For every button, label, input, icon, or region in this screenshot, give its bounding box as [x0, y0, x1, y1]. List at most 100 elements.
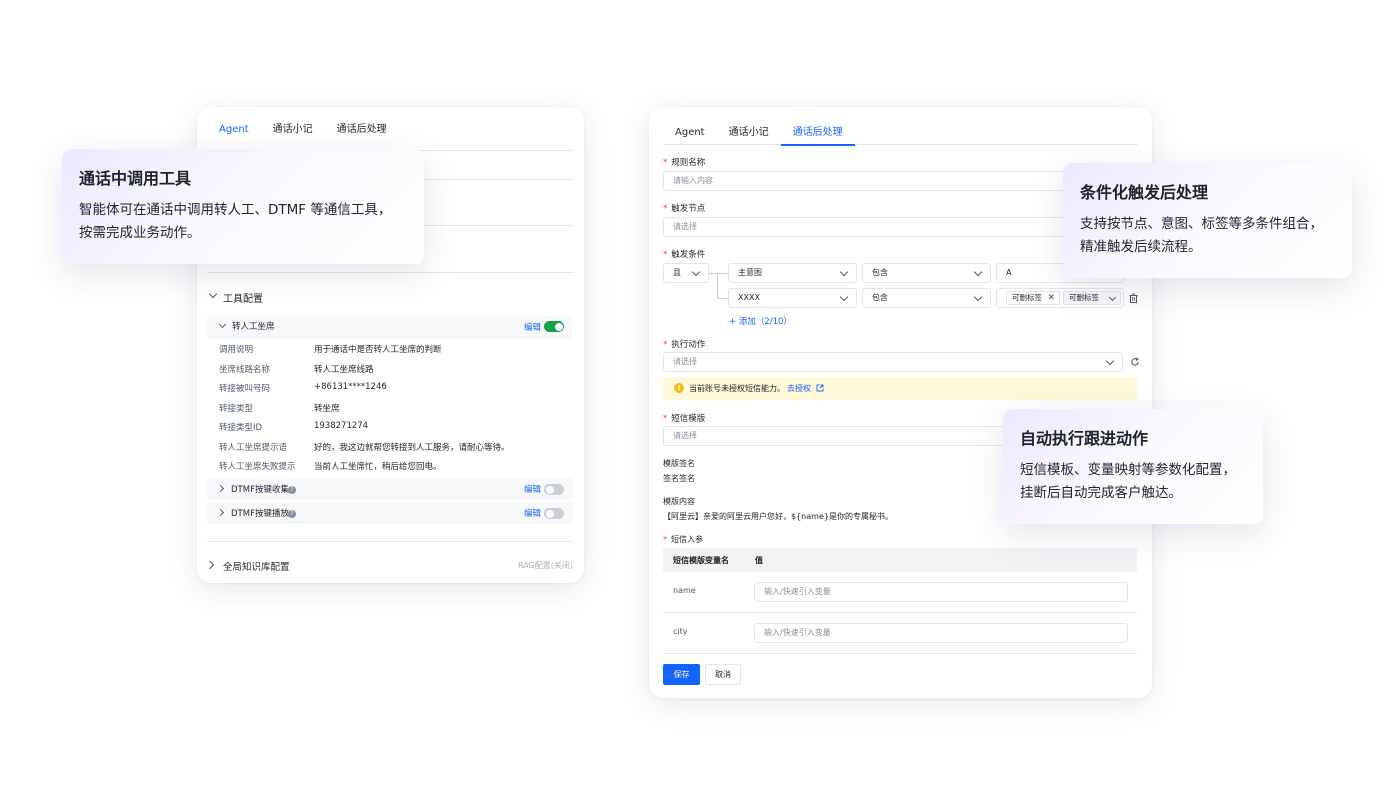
table-row: name 输入/快速引入变量: [663, 572, 1137, 613]
condition-1-field: 主意图: [738, 268, 762, 277]
add-condition-link[interactable]: + 添加（2/10）: [729, 315, 792, 327]
params-label: 短信入参: [663, 534, 703, 545]
transfer-field-value: 1938271274: [314, 421, 369, 431]
transfer-toggle[interactable]: [544, 321, 564, 332]
param-value-input[interactable]: 输入/快速引入变量: [754, 623, 1128, 643]
authorize-link[interactable]: 去授权: [787, 383, 824, 394]
logic-operator-select[interactable]: 且: [663, 263, 709, 283]
dtmf-collect-edit-link[interactable]: 编辑: [524, 483, 541, 495]
authorize-link-text: 去授权: [787, 384, 811, 393]
chevron-down-icon: [691, 267, 701, 277]
chevron-down-icon: [973, 292, 983, 302]
tab-agent[interactable]: Agent: [207, 117, 261, 152]
condition-1-value: A: [1006, 268, 1012, 277]
card-line: 短信模板、变量映射等参数化配置，: [1020, 462, 1236, 478]
condition-2-tag-box: 可删标签 ✕ 可删标签: [996, 288, 1124, 308]
sign-label: 模版签名: [663, 459, 695, 468]
right-tab-bar: Agent 通话小记 通话后处理: [663, 121, 1138, 146]
dtmf-play-chevron-icon[interactable]: [216, 508, 225, 517]
condition-1-field-select[interactable]: 主意图: [728, 263, 857, 283]
tab-call-notes[interactable]: 通话小记: [717, 121, 781, 145]
chevron-down-icon: [1105, 356, 1115, 366]
divider: [207, 541, 574, 542]
feature-card-conditions: 条件化触发后处理 支持按节点、意图、标签等多条件组合， 精准触发后续流程。: [1063, 163, 1352, 278]
knowledge-chevron-icon[interactable]: [205, 560, 215, 570]
transfer-field-value: 好的，我这边就帮您转接到人工服务，请耐心等待。: [314, 442, 510, 453]
condition-2-field-select[interactable]: XXXX: [728, 288, 857, 308]
content-label: 模版内容: [663, 497, 695, 506]
dtmf-collect-title: DTMF按键收集: [231, 485, 289, 495]
action-select[interactable]: 请选择: [663, 352, 1123, 372]
rag-status: RAG配置(关闭): [517, 561, 573, 570]
trigger-condition-label: 触发条件: [663, 248, 705, 260]
dtmf-play-edit-link[interactable]: 编辑: [524, 507, 541, 519]
chevron-down-icon[interactable]: [1108, 293, 1117, 302]
param-value-input[interactable]: 输入/快速引入变量: [754, 582, 1128, 602]
dtmf-collect-section: DTMF按键收集 ? 编辑: [207, 478, 573, 500]
transfer-field-value: +86131****1246: [314, 382, 387, 392]
content-value: 【阿里云】亲爱的阿里云用户您好，${name}是你的专属秘书。: [663, 512, 893, 521]
tool-config-title: 工具配置: [223, 294, 263, 305]
transfer-field-value: 用于通话中是否转人工坐席的判断: [314, 345, 442, 355]
transfer-edit-link[interactable]: 编辑: [524, 321, 541, 333]
transfer-field-label: 调用说明: [219, 345, 254, 355]
tab-post-call[interactable]: 通话后处理: [780, 121, 855, 146]
knowledge-title: 全局知识库配置: [223, 562, 290, 573]
chevron-down-icon: [839, 292, 849, 302]
transfer-field-label: 转接类型ID: [219, 423, 263, 433]
feature-card-actions: 自动执行跟进动作 短信模板、变量映射等参数化配置， 挂断后自动完成客户触达。: [1003, 409, 1263, 524]
condition-2-op-select[interactable]: 包含: [862, 288, 991, 308]
condition-2-op: 包含: [872, 293, 888, 302]
warning-text: 当前账号未授权短信能力。: [689, 384, 785, 393]
transfer-section: 转人工坐席 编辑: [207, 315, 573, 339]
card-line: 精准触发后续流程。: [1080, 239, 1202, 255]
rule-name-label: 规则名称: [663, 156, 705, 168]
warning-banner: ! 当前账号未授权短信能力。 去授权: [663, 377, 1137, 400]
card-title: 自动执行跟进动作: [1020, 429, 1149, 448]
chevron-down-icon: [839, 267, 849, 277]
condition-connector: [709, 273, 717, 274]
transfer-field-label: 转接被叫号码: [219, 384, 271, 394]
transfer-field-value: 转人工坐席线路: [314, 364, 374, 375]
condition-1-op: 包含: [872, 268, 888, 277]
card-description: 短信模板、变量映射等参数化配置， 挂断后自动完成客户触达。: [1020, 459, 1236, 505]
condition-connector: [717, 273, 718, 299]
left-tab-bar: Agent 通话小记 通话后处理: [207, 117, 574, 152]
help-icon[interactable]: ?: [288, 510, 296, 518]
tool-config-chevron-icon[interactable]: [208, 289, 218, 299]
param-name: name: [673, 586, 696, 595]
dtmf-play-title: DTMF按键播放: [231, 509, 289, 519]
card-description: 智能体可在通话中调用转人工、DTMF 等通信工具， 按需完成业务动作。: [79, 199, 391, 245]
divider: [207, 272, 574, 273]
dtmf-play-toggle[interactable]: [544, 508, 564, 519]
transfer-chevron-icon[interactable]: [218, 320, 227, 329]
param-name: city: [673, 627, 688, 636]
condition-connector: [717, 298, 728, 299]
transfer-title: 转人工坐席: [232, 322, 275, 332]
tab-post-call[interactable]: 通话后处理: [325, 117, 399, 151]
delete-icon[interactable]: [1129, 293, 1138, 303]
refresh-icon[interactable]: [1130, 357, 1140, 367]
params-table-header: 短信模版变量名 值: [663, 548, 1137, 572]
action-label: 执行动作: [663, 338, 705, 350]
tab-agent[interactable]: Agent: [663, 121, 717, 145]
condition-1-op-select[interactable]: 包含: [862, 263, 991, 283]
condition-connector: [717, 273, 728, 274]
table-row: city 输入/快速引入变量: [663, 613, 1137, 654]
card-description: 支持按节点、意图、标签等多条件组合， 精准触发后续流程。: [1080, 213, 1323, 259]
dtmf-collect-chevron-icon[interactable]: [216, 484, 225, 493]
dtmf-collect-toggle[interactable]: [544, 484, 564, 495]
cancel-button[interactable]: 取消: [705, 664, 741, 685]
tag-label: 可删标签: [1069, 293, 1099, 302]
transfer-field-label: 坐席线路名称: [219, 364, 271, 375]
save-button[interactable]: 保存: [663, 664, 700, 685]
card-title: 条件化触发后处理: [1080, 183, 1209, 202]
condition-2-field: XXXX: [738, 293, 760, 302]
close-icon[interactable]: ✕: [1047, 292, 1055, 304]
transfer-field-value: 当前人工坐席忙，稍后给您回电。: [314, 462, 442, 472]
header-cell: 短信模版变量名: [673, 556, 729, 565]
tab-call-notes[interactable]: 通话小记: [261, 117, 325, 151]
card-line: 挂断后自动完成客户触达。: [1020, 485, 1182, 501]
sign-value: 签名签名: [663, 474, 695, 483]
help-icon[interactable]: ?: [288, 486, 296, 494]
